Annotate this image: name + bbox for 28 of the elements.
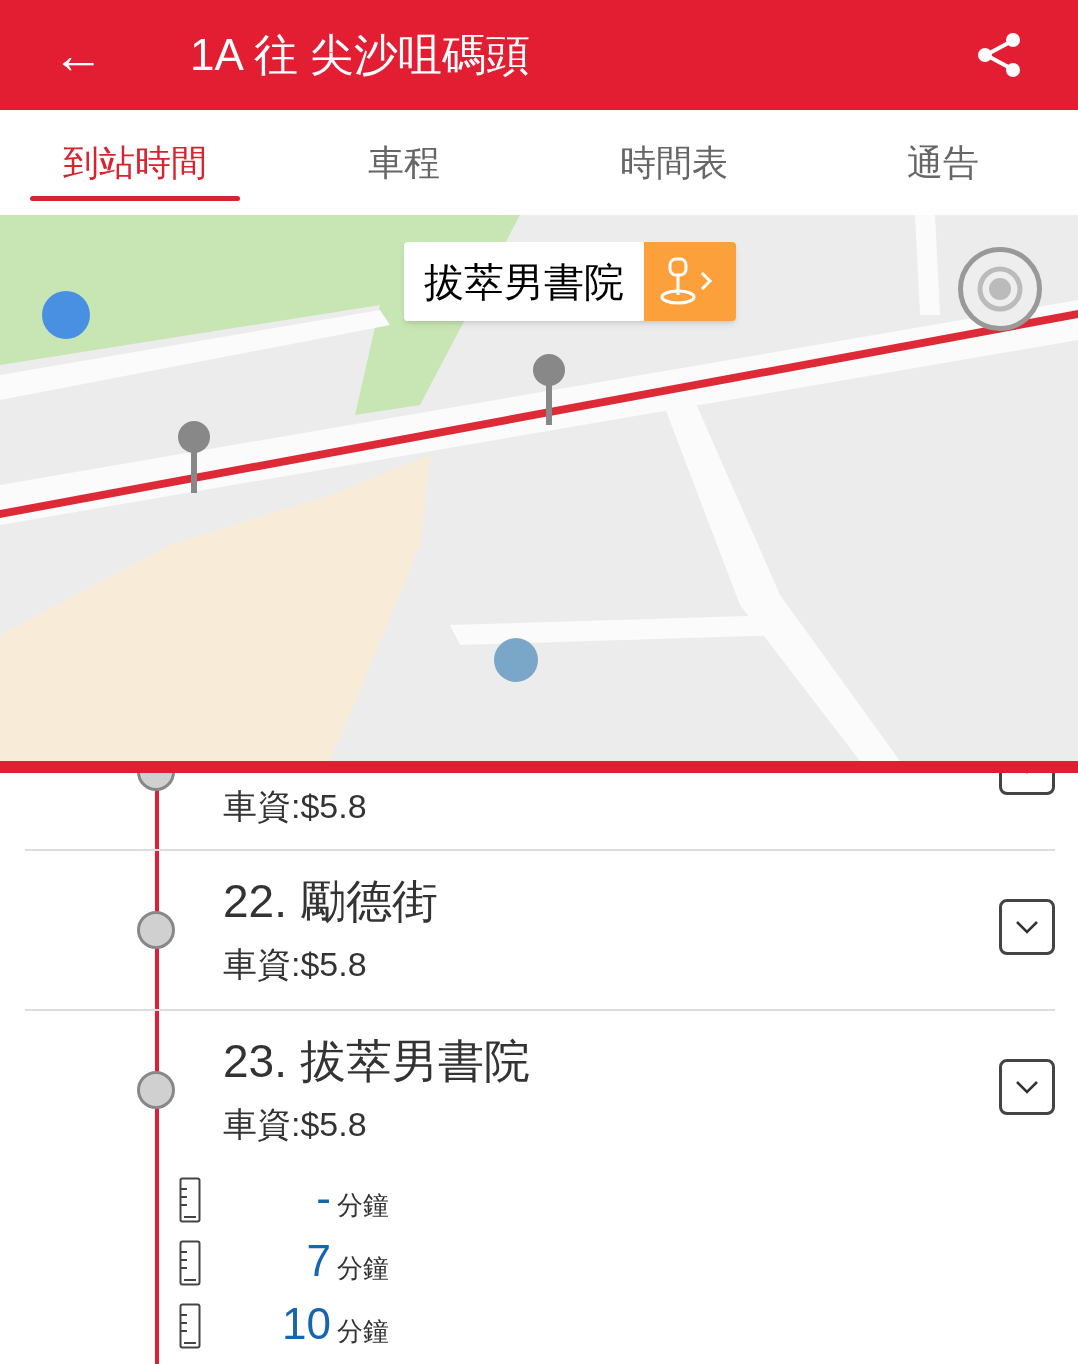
expand-button[interactable] [999,1059,1055,1115]
tab[interactable]: 通告 [808,110,1078,215]
app-bar-title: 1A 往 尖沙咀碼頭 [190,29,531,81]
tab[interactable]: 車程 [269,110,539,215]
fare-text: 車資:$5.8 [223,786,367,827]
chevron-down-icon [1015,920,1039,934]
eta-unit: 分鐘 [337,1189,389,1222]
stop-name: 23. 拔萃男書院 [223,1034,530,1089]
stop-marker [137,911,175,949]
eta-unit: 分鐘 [337,1252,389,1285]
expand-button[interactable] [999,899,1055,955]
timetable-icon [179,1177,201,1223]
tab[interactable]: 到站時間 [0,110,270,215]
eta-minutes: - [315,1173,331,1223]
tab[interactable]: 時間表 [539,110,809,215]
fare-text: 車資:$5.8 [223,1104,367,1145]
stop-marker [137,1071,175,1109]
fare-text: 車資:$5.8 [223,944,367,985]
timetable-icon [179,1240,201,1286]
eta-minutes: 7 [305,1236,331,1286]
map-callout-title: 拔萃男書院 [404,242,644,321]
stop-name: 22. 勵德街 [223,874,438,929]
back-button[interactable]: ← [52,29,112,81]
chevron-down-icon [1015,1080,1039,1094]
timetable-icon [179,1303,201,1349]
eta-unit: 分鐘 [337,1315,389,1348]
eta-minutes: 10 [281,1299,331,1349]
share-icon[interactable] [976,32,1022,78]
